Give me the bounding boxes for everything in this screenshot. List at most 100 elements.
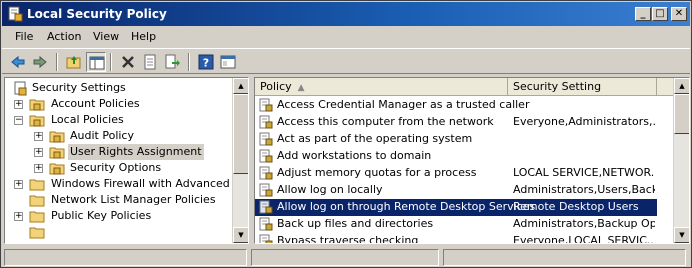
policy-name: Bypass traverse checking bbox=[277, 234, 419, 244]
forward-arrow-icon[interactable] bbox=[30, 52, 50, 72]
policy-item-icon bbox=[259, 217, 273, 231]
policy-row[interactable]: Act as part of the operating system bbox=[255, 131, 657, 148]
tree-item-local-policies[interactable]: − Local Policies bbox=[5, 112, 233, 128]
policy-row[interactable]: Back up files and directories Administrat… bbox=[255, 216, 657, 233]
tree-item-label: Public Key Policies bbox=[51, 209, 152, 222]
policy-name: Add workstations to domain bbox=[277, 149, 432, 162]
minimize-button[interactable]: _ bbox=[635, 7, 651, 21]
column-header-security-setting[interactable]: Security Setting bbox=[508, 78, 657, 96]
tree-item-security-options[interactable]: + Security Options bbox=[5, 160, 233, 176]
list-vertical-scrollbar[interactable]: ▲ ▼ bbox=[673, 78, 689, 243]
expand-toggle[interactable]: + bbox=[14, 100, 23, 109]
policy-name: Allow log on locally bbox=[277, 183, 383, 196]
tree-item-windows-firewall[interactable]: + Windows Firewall with Advanced Secu bbox=[5, 176, 248, 192]
tree-item-label: Windows Firewall with Advanced Secu bbox=[51, 177, 249, 190]
policy-list-pane[interactable]: Policy ▲ Security Setting Access Credenti… bbox=[254, 77, 690, 244]
sort-ascending-icon: ▲ bbox=[297, 83, 305, 93]
menu-action[interactable]: Action bbox=[47, 30, 81, 44]
expand-toggle[interactable]: + bbox=[34, 148, 43, 157]
policy-security-setting: Everyone,LOCAL SERVIC... bbox=[513, 234, 655, 244]
policy-name: Allow log on through Remote Desktop Serv… bbox=[277, 200, 536, 213]
tree-item-public-key-policies[interactable]: + Public Key Policies bbox=[5, 208, 233, 224]
tree-item-label: User Rights Assignment bbox=[68, 144, 204, 160]
scroll-down-button[interactable]: ▼ bbox=[674, 227, 689, 243]
security-settings-icon bbox=[12, 80, 28, 96]
tree-item-audit-policy[interactable]: + Audit Policy bbox=[5, 128, 233, 144]
policy-item-icon bbox=[259, 132, 273, 146]
delete-icon[interactable] bbox=[118, 52, 138, 72]
folder-icon bbox=[29, 176, 45, 192]
policy-name: Adjust memory quotas for a process bbox=[277, 166, 477, 179]
policy-name: Act as part of the operating system bbox=[277, 132, 473, 145]
policy-row[interactable]: Adjust memory quotas for a process LOCAL … bbox=[255, 165, 657, 182]
tree-item-label: Audit Policy bbox=[70, 129, 134, 142]
tree-item-account-policies[interactable]: + Account Policies bbox=[5, 96, 233, 112]
policy-name: Access Credential Manager as a trusted c… bbox=[277, 98, 530, 111]
folder-icon bbox=[29, 224, 45, 240]
scroll-thumb[interactable] bbox=[233, 94, 248, 174]
maximize-button[interactable]: □ bbox=[652, 7, 668, 21]
column-header-label: Security Setting bbox=[513, 80, 602, 93]
export-list-icon[interactable] bbox=[162, 52, 182, 72]
properties-icon[interactable] bbox=[140, 52, 160, 72]
expand-toggle[interactable]: + bbox=[34, 164, 43, 173]
scroll-up-button[interactable]: ▲ bbox=[233, 78, 248, 94]
collapse-toggle[interactable]: − bbox=[14, 116, 23, 125]
folder-lock-icon bbox=[49, 128, 65, 144]
expand-toggle[interactable]: + bbox=[34, 132, 43, 141]
folder-lock-icon bbox=[49, 160, 65, 176]
expand-toggle[interactable]: + bbox=[14, 180, 23, 189]
tree-item-network-list-manager[interactable]: Network List Manager Policies bbox=[5, 192, 233, 208]
policy-item-icon bbox=[259, 183, 273, 197]
up-folder-icon[interactable] bbox=[64, 52, 84, 72]
tree-item-user-rights-assignment[interactable]: + User Rights Assignment bbox=[5, 144, 233, 160]
policy-row[interactable]: Access Credential Manager as a trusted c… bbox=[255, 97, 657, 114]
policy-row[interactable]: Access this computer from the network Eve… bbox=[255, 114, 657, 131]
help-icon[interactable]: ? bbox=[196, 52, 216, 72]
menu-bar: File Action View Help bbox=[2, 27, 690, 47]
policy-item-icon bbox=[259, 98, 273, 112]
policy-row[interactable]: Add workstations to domain bbox=[255, 148, 657, 165]
policy-security-setting: Administrators,Backup Op... bbox=[513, 217, 655, 230]
local-security-policy-window: Local Security Policy _ □ ✕ File Action … bbox=[0, 0, 692, 268]
policy-item-icon bbox=[259, 234, 273, 243]
menu-file[interactable]: File bbox=[15, 30, 33, 44]
status-panel-right bbox=[443, 249, 686, 266]
policy-row[interactable]: Allow log on locally Administrators,Users… bbox=[255, 182, 657, 199]
title-bar[interactable]: Local Security Policy _ □ ✕ bbox=[2, 2, 690, 26]
scroll-down-button[interactable]: ▼ bbox=[233, 227, 248, 243]
column-header-label: Policy bbox=[260, 80, 292, 93]
status-panel-left bbox=[4, 249, 247, 266]
show-hide-tree-icon[interactable] bbox=[86, 52, 106, 72]
console-icon[interactable] bbox=[218, 52, 238, 72]
folder-lock-icon bbox=[29, 112, 45, 128]
scroll-thumb[interactable] bbox=[674, 94, 689, 134]
tree-item-label: Account Policies bbox=[51, 97, 140, 110]
expand-toggle[interactable]: + bbox=[14, 212, 23, 221]
column-header-policy[interactable]: Policy ▲ bbox=[255, 78, 508, 96]
policy-item-icon bbox=[259, 115, 273, 129]
close-button[interactable]: ✕ bbox=[671, 7, 687, 21]
tree-item-label: Local Policies bbox=[51, 113, 124, 126]
policy-security-setting: LOCAL SERVICE,NETWOR... bbox=[513, 166, 655, 179]
folder-lock-icon bbox=[29, 96, 45, 112]
tree-pane[interactable]: Security Settings + Account Policies − L… bbox=[4, 77, 249, 244]
toolbar: ? bbox=[2, 48, 690, 74]
toolbar-separator bbox=[56, 53, 58, 71]
tree-item-label: Security Options bbox=[70, 161, 162, 174]
tree-item-security-settings[interactable]: Security Settings bbox=[9, 80, 234, 96]
menu-help[interactable]: Help bbox=[131, 30, 156, 44]
toolbar-separator bbox=[110, 53, 112, 71]
menu-view[interactable]: View bbox=[93, 30, 119, 44]
tree-vertical-scrollbar[interactable]: ▲ ▼ bbox=[232, 78, 248, 243]
status-panel-middle bbox=[251, 249, 439, 266]
policy-item-icon bbox=[259, 166, 273, 180]
back-arrow-icon[interactable] bbox=[8, 52, 28, 72]
folder-icon bbox=[29, 208, 45, 224]
policy-name: Back up files and directories bbox=[277, 217, 434, 230]
scroll-up-button[interactable]: ▲ bbox=[674, 78, 689, 94]
policy-row[interactable]: Allow log on through Remote Desktop Serv… bbox=[255, 199, 657, 216]
status-bar bbox=[2, 247, 690, 267]
window-title: Local Security Policy bbox=[27, 7, 167, 21]
policy-row[interactable]: Bypass traverse checking Everyone,LOCAL S… bbox=[255, 233, 657, 244]
